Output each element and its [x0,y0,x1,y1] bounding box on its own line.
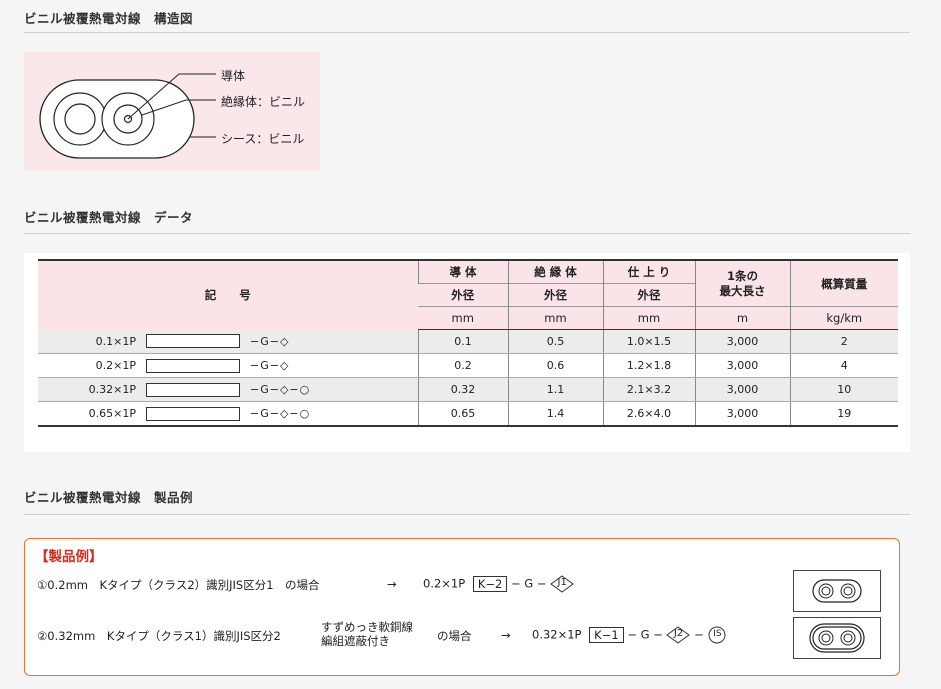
example-2-is-circle-icon: IS [707,626,727,644]
cell-finish: 1.2×1.8 [602,353,695,378]
example-2-desc: ②0.32mm Kタイプ（クラス1）識別JIS区分2 [37,629,281,643]
cell-length: 3,000 [694,329,790,354]
unit-finish: mm [602,306,695,330]
example-2-case: の場合 [437,629,472,643]
table-row: 0.2×1P −G−◇ 0.2 0.6 1.2×1.8 3,000 4 [38,353,898,378]
example-2-note-line1: すずめっき軟銅線 [321,620,413,634]
row-code: 0.32×1P [88,383,136,396]
cell-weight: 2 [789,329,898,354]
row-suffix: −G−◇−○ [250,383,311,396]
example-1-desc: ①0.2mm Kタイプ（クラス2）識別JIS区分1 の場合 [37,578,320,592]
row-suffix: −G−◇ [250,359,290,372]
row-code: 0.2×1P [95,359,136,372]
header-max-length-line2: 最大長さ [719,283,766,298]
example-1-arrow: → [387,577,397,591]
cell-insulation: 0.6 [507,353,603,378]
example-2-note-line2: 編組遮蔽付き [321,634,390,648]
example-2-arrow: → [501,628,511,642]
header-finish-outer-dia: 外径 [602,283,695,307]
structure-diagram: 導体 絶縁体：ビニル シース：ビニル [24,52,320,170]
sheath-label: シース：ビニル [221,132,305,146]
example-1-size: 0.2×1P [423,576,466,591]
row-suffix: −G−◇ [250,334,290,348]
conductor-label: 導体 [221,69,246,83]
color-swatch-box [146,334,240,349]
cell-conductor: 0.32 [417,377,508,402]
cell-conductor: 0.1 [417,329,508,354]
cell-weight: 4 [789,353,898,378]
example-2-code: 0.32×1P K−1 − G − J2 − IS [532,626,727,644]
divider [24,514,910,515]
example-1-cable-thumbnail [793,570,881,612]
table-row: 0.65×1P −G−◇−○ 0.65 1.4 2.6×4.0 3,000 19 [38,401,898,427]
example-2-is-label: IS [713,629,722,639]
data-table: 記 号 導 体 絶 縁 体 仕 上 り 1条の 最大長さ 概算質量 外径 外径 … [38,259,898,427]
example-section-title: ビニル被覆熱電対線 製品例 [24,490,194,505]
cell-finish: 2.1×3.2 [602,377,695,402]
example-2-dash: − [694,627,704,642]
header-insulation: 絶 縁 体 [507,259,603,284]
structure-section-title: ビニル被覆熱電対線 構造図 [24,11,194,26]
example-1-k-box: K−2 [472,575,508,592]
cable-cross-section-illustration [39,73,216,159]
cell-finish: 2.6×4.0 [602,401,695,427]
cell-insulation: 1.1 [507,377,603,402]
row-code: 0.1×1P [95,334,136,348]
cell-weight: 10 [789,377,898,402]
cell-insulation: 0.5 [507,329,603,354]
example-1-j-diamond-icon: J1 [550,575,575,593]
example-1-code: 0.2×1P K−2 − G − J1 [423,575,575,593]
cell-conductor: 0.2 [417,353,508,378]
header-max-length-line1: 1条の [726,268,758,283]
color-swatch-box [146,382,240,397]
example-1-j-label: J1 [557,577,567,588]
table-row: 0.32×1P −G−◇−○ 0.32 1.1 2.1×3.2 3,000 10 [38,377,898,402]
header-symbol: 記 号 [38,259,418,330]
header-max-length: 1条の 最大長さ [694,259,790,307]
insulation-label: 絶縁体：ビニル [221,95,306,109]
data-section-title: ビニル被覆熱電対線 データ [24,210,194,225]
example-heading: 【製品例】 [35,549,103,565]
table-row: 0.1×1P −G−◇ 0.1 0.5 1.0×1.5 3,000 2 [38,329,898,354]
example-2-cable-thumbnail [793,617,881,659]
shielded-cable-cross-section-icon [809,623,865,653]
example-2-k-box: K−1 [589,626,624,643]
header-insulation-outer-dia: 外径 [507,283,603,307]
row-suffix: −G−◇−○ [250,407,311,420]
header-conductor: 導 体 [417,259,508,284]
unit-conductor: mm [418,306,508,330]
cell-weight: 19 [789,401,898,427]
cell-length: 3,000 [694,401,790,427]
header-weight: 概算質量 [789,259,898,307]
unit-weight: kg/km [789,306,898,330]
cable-cross-section-icon [812,579,862,603]
example-2-note: すずめっき軟銅線 編組遮蔽付き [321,620,413,648]
example-2-j-diamond-icon: J2 [666,626,691,644]
example-2-size: 0.32×1P [532,627,582,642]
color-swatch-box [146,358,240,373]
cell-insulation: 1.4 [507,401,603,427]
divider [24,32,910,33]
unit-length: m [694,306,790,330]
data-table-panel: 記 号 導 体 絶 縁 体 仕 上 り 1条の 最大長さ 概算質量 外径 外径 … [24,253,910,452]
header-finish: 仕 上 り [602,259,695,284]
example-2-j-label: J2 [673,628,684,639]
cell-finish: 1.0×1.5 [602,329,695,354]
divider [24,233,910,234]
cell-length: 3,000 [694,377,790,402]
header-conductor-outer-dia: 外径 [418,283,508,307]
example-1-mid: − G − [511,576,547,591]
unit-insulation: mm [507,306,603,330]
cell-conductor: 0.65 [417,401,508,427]
example-2-mid: − G − [627,627,663,642]
cell-length: 3,000 [694,353,790,378]
color-swatch-box [146,406,240,421]
product-example-box: 【製品例】 ①0.2mm Kタイプ（クラス2）識別JIS区分1 の場合 → 0.… [24,538,900,676]
row-code: 0.65×1P [88,407,136,420]
